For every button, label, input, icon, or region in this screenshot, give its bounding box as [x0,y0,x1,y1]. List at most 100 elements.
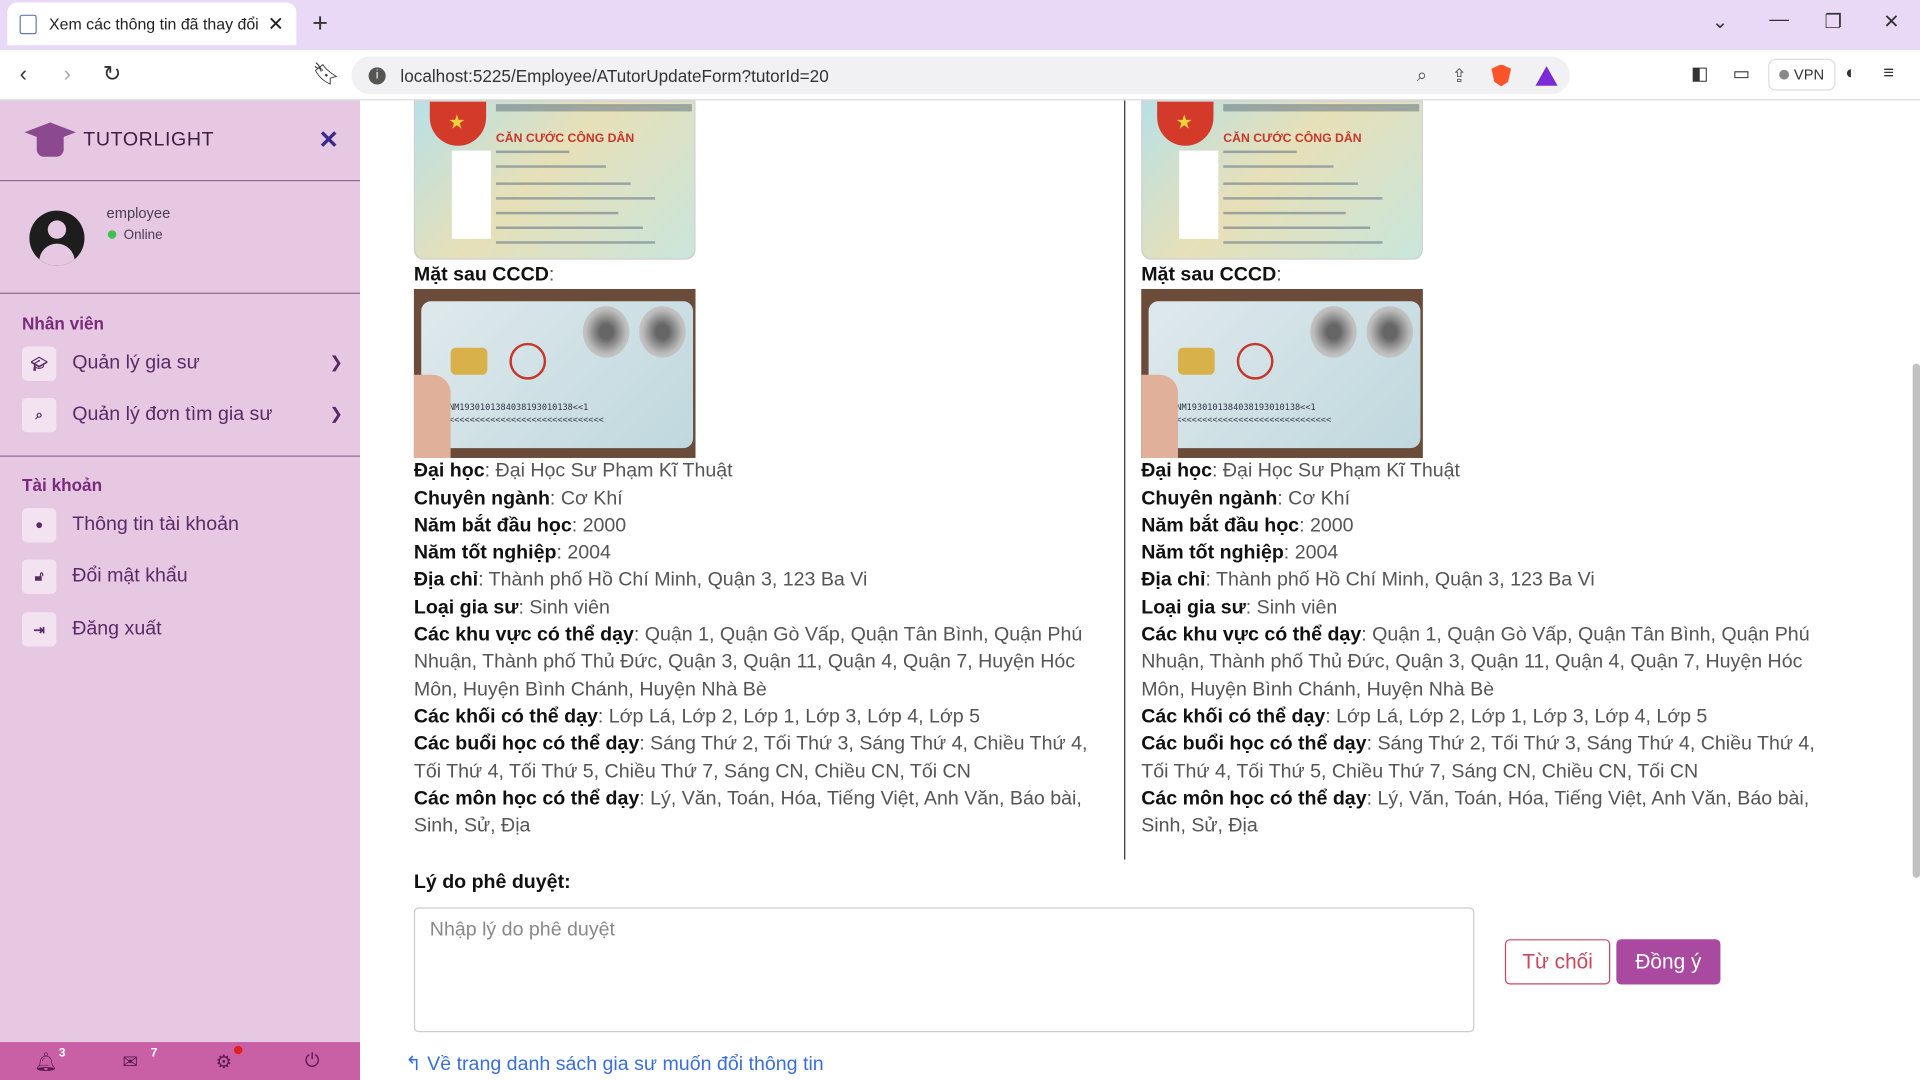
field-grades: Các khối có thể dạy: Lớp Lá, Lớp 2, Lớp … [1141,706,1708,728]
info-icon: ● [22,508,57,543]
vpn-label: VPN [1793,66,1825,84]
vpn-button[interactable]: VPN [1768,58,1836,91]
logout-icon: ⇥ [22,612,57,647]
sidebar-item-logout[interactable]: ⇥ Đăng xuất [22,611,348,648]
sidebar-item-label: Đăng xuất [72,618,162,640]
sidebar-item-account-info[interactable]: ● Thông tin tài khoản [22,507,348,544]
accept-button[interactable]: Đồng ý [1616,939,1721,985]
message-count: 7 [150,1046,158,1061]
new-tab-icon[interactable]: + [312,7,328,39]
browser-tab-bar: Xem các thông tin đã thay đổi - T ✕ + ⌄ … [0,0,1920,51]
graduation-cap-icon: 🎓︎ [22,346,57,381]
close-sidebar-icon[interactable]: ✕ [318,125,339,156]
field-tutor-type: Loại gia sư: Sinh viên [413,597,610,619]
online-dot-icon [107,230,117,239]
url-text[interactable]: localhost:5225/Employee/ATutorUpdateForm… [400,66,1416,86]
restore-icon[interactable]: ❐ [1825,10,1843,34]
back-to-list-link[interactable]: ↰ Về trang danh sách gia sư muốn đổi thô… [405,1052,823,1076]
field-major: Chuyên ngành: Cơ Khí [1141,488,1351,509]
close-window-icon[interactable]: ✕ [1883,10,1899,34]
sidebar-toggle-icon[interactable]: ◧ [1691,62,1708,85]
field-address: Địa chỉ: Thành phố Hồ Chí Minh, Quận 3, … [413,569,868,591]
approval-reason-label: Lý do phê duyệt: [413,871,571,893]
vpn-status-icon [1779,69,1789,80]
scrollbar[interactable] [1912,363,1920,878]
reload-icon[interactable]: ↻ [103,61,121,87]
field-address: Địa chỉ: Thành phố Hồ Chí Minh, Quận 3, … [1141,569,1595,591]
forward-icon[interactable]: › [64,61,71,87]
document-icon [19,14,37,34]
leo-ai-icon[interactable]: ◐ [1845,62,1856,83]
field-graduation-year: Năm tốt nghiệp: 2004 [413,542,611,564]
notification-count: 3 [58,1046,66,1061]
avatar [29,210,85,266]
browser-toolbar: ‹ › ↻ 🔖︎ i localhost:5225/Employee/ATuto… [0,50,1920,101]
bookmark-icon[interactable]: 🔖︎ [312,61,340,87]
brand[interactable]: TUTORLIGHT [24,122,214,159]
column-divider [1124,100,1126,860]
field-grades: Các khối có thể dạy: Lớp Lá, Lớp 2, Lớp … [413,706,980,728]
sidebar-item-label: Thông tin tài khoản [72,514,239,536]
reply-arrow-icon: ↰ [405,1054,422,1076]
sidebar-item-label: Quản lý đơn tìm gia sư [72,404,273,425]
chip-icon [450,348,488,376]
divider [0,455,361,457]
divider [0,292,361,294]
divider [0,180,361,182]
sidebar-item-change-password[interactable]: 🔓︎ Đổi mật khẩu [22,558,348,595]
menu-icon[interactable]: ≡ [1883,62,1894,83]
back-icon[interactable]: ‹ [20,61,27,87]
new-fields: Đại học: Đại Học Sư Phạm Kĩ Thuật Chuyên… [1141,458,1845,840]
user-name: employee [106,204,171,222]
chevron-right-icon: ❯ [329,352,343,372]
mrz-text: IDVNM1930101384038193010138<<1 <<<<<<<<<… [1160,403,1332,426]
field-university: Đại học: Đại Học Sư Phạm Kĩ Thuật [413,460,733,482]
field-areas: Các khu vực có thể dạy: Quận 1, Quận Gò … [1141,624,1810,701]
new-info-column: ★ CĂN CƯỚC CÔNG DÂN Mặt sau CCCD: IDVNM1… [1141,100,1845,840]
minimize-icon[interactable]: — [1769,10,1789,32]
field-subjects: Các môn học có thể dạy: Lý, Văn, Toán, H… [1141,788,1810,837]
tab-search-icon[interactable]: ⌄ [1712,10,1728,34]
back-to-list-label: Về trang danh sách gia sư muốn đổi thông… [427,1054,824,1076]
browser-tab[interactable]: Xem các thông tin đã thay đổi - T ✕ [7,2,297,46]
sidebar-item-tutor-management[interactable]: 🎓︎ Quản lý gia sư ❯ [22,345,348,382]
share-icon[interactable]: ⇪ [1452,64,1467,87]
brave-shield-icon[interactable] [1491,64,1512,87]
reject-button[interactable]: Từ chối [1504,939,1611,985]
address-bar[interactable]: i localhost:5225/Employee/ATutorUpdateFo… [351,56,1570,95]
power-icon[interactable]: ⏻ [305,1051,320,1072]
id-card-front-image: ★ CĂN CƯỚC CÔNG DÂN [413,100,696,260]
id-card-back-image: IDVNM1930101384038193010138<<1 <<<<<<<<<… [413,289,696,459]
user-status-text: Online [123,227,163,243]
sidebar-item-tutor-request-management[interactable]: ⌕ Quản lý đơn tìm gia sư ❯ [22,397,348,434]
wallet-icon[interactable]: ▭ [1733,62,1750,85]
section-title-account: Tài khoản [22,475,103,495]
user-status: Online [107,227,163,243]
gear-icon[interactable]: ⚙ [216,1051,232,1073]
id-card-title: CĂN CƯỚC CÔNG DÂN [1223,132,1362,146]
old-fields: Đại học: Đại Học Sư Phạm Kĩ Thuật Chuyên… [414,458,1118,840]
lock-icon: 🔓︎ [22,559,57,594]
old-info-column: ★ CĂN CƯỚC CÔNG DÂN Mặt sau CCCD: IDVNM1… [413,100,1118,840]
mrz-text: IDVNM1930101384038193010138<<1 <<<<<<<<<… [433,403,604,426]
field-start-year: Năm bắt đầu học: 2000 [413,515,627,537]
field-tutor-type: Loại gia sư: Sinh viên [1141,597,1338,619]
sidebar-footer: 🔔︎ 3 ✉ 7 ⚙ ⏻ [0,1042,361,1080]
section-title-employee: Nhân viên [22,313,104,334]
id-card-front-image: ★ CĂN CƯỚC CÔNG DÂN [1141,100,1423,260]
sidebar: TUTORLIGHT ✕ employee Online Nhân viên 🎓… [0,100,361,1080]
field-start-year: Năm bắt đầu học: 2000 [1141,515,1354,537]
back-id-label: Mặt sau CCCD: [413,264,555,286]
envelope-icon[interactable]: ✉ [122,1051,137,1073]
field-major: Chuyên ngành: Cơ Khí [413,488,623,509]
main-content: ★ CĂN CƯỚC CÔNG DÂN Mặt sau CCCD: IDVNM1… [360,100,1920,1080]
bell-icon[interactable]: 🔔︎ [34,1051,57,1073]
field-university: Đại học: Đại Học Sư Phạm Kĩ Thuật [1141,460,1460,482]
site-info-icon[interactable]: i [368,66,386,84]
zoom-icon[interactable]: ⌕ [1417,65,1427,86]
close-tab-icon[interactable]: ✕ [268,12,284,36]
approval-reason-input[interactable] [413,907,1475,1033]
brave-rewards-icon[interactable] [1535,65,1558,86]
field-areas: Các khu vực có thể dạy: Quận 1, Quận Gò … [413,624,1083,701]
field-graduation-year: Năm tốt nghiệp: 2004 [1141,542,1339,564]
